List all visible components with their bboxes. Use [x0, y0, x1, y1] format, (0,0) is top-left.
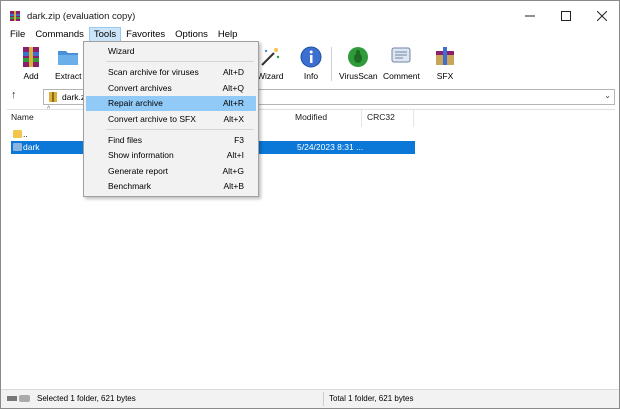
toolbar-divider	[331, 47, 332, 81]
up-arrow-icon[interactable]: ↑	[11, 89, 17, 101]
menu-item-benchmark[interactable]: Benchmark Alt+B	[86, 179, 256, 194]
menu-item-shortcut: Alt+Q	[222, 83, 245, 93]
winrar-app-icon	[10, 11, 20, 21]
close-icon	[597, 11, 607, 21]
menu-item-shortcut: Alt+B	[223, 181, 244, 191]
file-name: dark	[23, 142, 40, 152]
menu-item-generate-report[interactable]: Generate report Alt+G	[86, 164, 256, 179]
column-name[interactable]: Name	[11, 112, 34, 122]
winrar-window: dark.zip (evaluation copy) File Commands…	[0, 0, 620, 409]
minimize-icon	[525, 15, 535, 17]
address-path: dark.z	[62, 92, 86, 102]
comment-label: Comment	[383, 71, 420, 81]
file-modified: 5/24/2023 8:31 ...	[297, 142, 364, 152]
maximize-icon	[561, 11, 571, 21]
status-selected: Selected 1 folder, 621 bytes	[37, 394, 136, 403]
menu-item-repair-archive[interactable]: Repair archive Alt+R	[86, 96, 256, 111]
minimize-button[interactable]	[513, 1, 547, 31]
chevron-down-icon[interactable]: ⌄	[604, 91, 611, 100]
window-title: dark.zip (evaluation copy)	[27, 11, 136, 22]
menu-item-label: Convert archives	[108, 83, 172, 93]
file-name: ..	[23, 129, 28, 139]
status-bar: Selected 1 folder, 621 bytes Total 1 fol…	[1, 389, 619, 408]
column-divider[interactable]	[413, 110, 414, 127]
wizard-button[interactable]: Wizard	[257, 45, 283, 85]
menu-item-label: Scan archive for viruses	[108, 67, 199, 77]
menu-item-label: Convert archive to SFX	[108, 114, 196, 124]
folder-up-icon	[13, 130, 22, 138]
menu-item-find-files[interactable]: Find files F3	[86, 133, 256, 148]
extract-button[interactable]: Extract	[55, 45, 81, 85]
menu-item-shortcut: F3	[234, 135, 244, 145]
menu-item-wizard[interactable]: Wizard	[86, 44, 256, 59]
menu-item-label: Show information	[108, 150, 174, 160]
comment-icon	[391, 47, 411, 63]
menu-item-shortcut: Alt+R	[222, 98, 244, 108]
virusscan-bug-icon	[348, 47, 369, 67]
tools-menu: Wizard Scan archive for viruses Alt+D Co…	[83, 41, 259, 197]
menu-file[interactable]: File	[5, 27, 30, 43]
add-label: Add	[23, 71, 39, 81]
column-crc32[interactable]: CRC32	[367, 112, 395, 122]
menu-item-shortcut: Alt+G	[222, 166, 245, 176]
column-modified[interactable]: Modified	[295, 112, 327, 122]
menu-item-label: Repair archive	[108, 98, 163, 108]
virusscan-label: VirusScan	[339, 71, 378, 81]
column-divider[interactable]	[361, 110, 362, 127]
menu-item-convert-archives[interactable]: Convert archives Alt+Q	[86, 81, 256, 96]
info-button[interactable]: Info	[299, 45, 323, 85]
menu-item-shortcut: Alt+X	[223, 114, 244, 124]
status-total: Total 1 folder, 621 bytes	[329, 394, 414, 403]
add-button[interactable]: Add	[19, 45, 43, 85]
maximize-button[interactable]	[549, 1, 583, 31]
comment-button[interactable]: Comment	[383, 45, 420, 85]
drive-status-icon	[7, 395, 30, 402]
menu-item-label: Wizard	[108, 46, 135, 56]
sfx-archive-icon	[436, 47, 454, 65]
menu-item-label: Generate report	[108, 166, 169, 176]
sort-up-icon: ^	[47, 106, 51, 113]
folder-icon	[13, 143, 22, 151]
extract-label: Extract	[55, 71, 82, 81]
virusscan-button[interactable]: VirusScan	[339, 45, 378, 85]
menu-item-label: Find files	[108, 135, 143, 145]
menu-item-shortcut: Alt+D	[222, 67, 244, 77]
wizard-label: Wizard	[257, 71, 284, 81]
menu-separator	[106, 129, 254, 130]
menu-item-convert-sfx[interactable]: Convert archive to SFX Alt+X	[86, 112, 256, 127]
sfx-label: SFX	[436, 71, 454, 81]
info-icon	[300, 46, 322, 68]
status-divider	[323, 392, 324, 406]
extract-folder-icon	[58, 51, 79, 65]
close-button[interactable]	[585, 1, 619, 31]
add-archive-icon	[23, 47, 39, 67]
menu-item-shortcut: Alt+I	[226, 150, 244, 160]
sfx-button[interactable]: SFX	[433, 45, 457, 85]
menu-separator	[106, 61, 254, 62]
info-label: Info	[303, 71, 319, 81]
menu-commands[interactable]: Commands	[30, 27, 89, 43]
menu-item-label: Benchmark	[108, 181, 151, 191]
wizard-wand-icon	[261, 48, 280, 66]
archive-icon	[49, 92, 57, 102]
menu-item-scan-viruses[interactable]: Scan archive for viruses Alt+D	[86, 65, 256, 80]
menu-item-show-information[interactable]: Show information Alt+I	[86, 148, 256, 163]
